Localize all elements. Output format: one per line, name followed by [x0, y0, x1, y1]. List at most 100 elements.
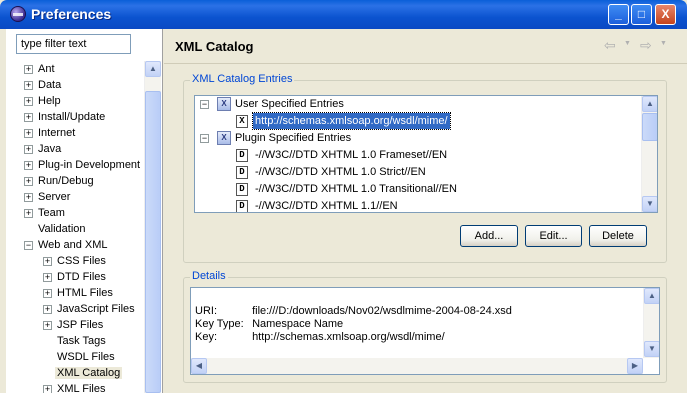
tree-node-label: http://schemas.xmlsoap.org/wsdl/mime/ — [252, 112, 451, 130]
tree-scrollbar[interactable]: ▲ — [144, 61, 161, 393]
expand-icon[interactable]: + — [43, 321, 52, 330]
scroll-right-icon[interactable]: ▶ — [627, 358, 643, 374]
details-key-row: Key: http://schemas.xmlsoap.org/wsdl/mim… — [195, 331, 445, 344]
scroll-thumb[interactable] — [145, 91, 161, 393]
tree-item-label: DTD Files — [57, 271, 106, 283]
tree-item-label: Plug-in Development — [38, 159, 141, 171]
tree-item-label: WSDL Files — [57, 351, 115, 363]
back-dropdown-icon[interactable]: ▼ — [624, 40, 631, 47]
details-text-area[interactable]: URI: file:///D:/downloads/Nov02/wsdlmime… — [190, 287, 660, 375]
collapse-icon[interactable]: − — [200, 100, 209, 109]
tree-item-label: XML Catalog — [55, 367, 123, 379]
tree-node-label: -//W3C//DTD XHTML 1.0 Transitional//EN — [255, 183, 457, 195]
group-label: XML Catalog Entries — [190, 73, 295, 85]
tree-item-label: XML Files — [57, 383, 106, 393]
collapse-icon[interactable]: − — [200, 134, 209, 143]
scroll-down-icon[interactable]: ▼ — [642, 196, 657, 212]
dtd-file-icon: D — [236, 200, 248, 212]
collapse-icon[interactable]: − — [24, 241, 33, 250]
expand-icon[interactable]: + — [43, 385, 52, 393]
forward-dropdown-icon[interactable]: ▼ — [660, 40, 667, 47]
tree-item-validation[interactable]: Validation — [38, 221, 86, 237]
title-separator — [164, 63, 687, 64]
expand-icon[interactable]: + — [24, 177, 33, 186]
expand-icon[interactable]: + — [43, 273, 52, 282]
tree-item-xml-catalog[interactable]: XML Catalog — [55, 365, 123, 381]
details-value: http://schemas.xmlsoap.org/wsdl/mime/ — [252, 331, 445, 343]
window-title-bar[interactable]: Preferences _ □ X — [0, 0, 687, 29]
scroll-up-icon[interactable]: ▲ — [145, 61, 161, 77]
details-keytype-row: Key Type: Namespace Name — [195, 318, 343, 331]
tree-node-label: Plugin Specified Entries — [235, 132, 352, 144]
scroll-left-icon[interactable]: ◀ — [191, 358, 207, 374]
details-vertical-scrollbar[interactable]: ▲ ▼ — [643, 288, 659, 358]
scroll-up-icon[interactable]: ▲ — [644, 288, 659, 304]
expand-icon[interactable]: + — [43, 257, 52, 266]
edit-button[interactable]: Edit... — [525, 225, 582, 247]
tree-item-label: HTML Files — [57, 287, 113, 299]
eclipse-icon — [10, 6, 26, 22]
tree-item-wsdl-files[interactable]: WSDL Files — [57, 349, 115, 365]
forward-arrow-icon[interactable]: ⇨ — [640, 37, 652, 54]
dtd-file-icon: D — [236, 166, 248, 179]
expand-icon[interactable]: + — [24, 113, 33, 122]
add-button[interactable]: Add... — [460, 225, 518, 247]
catalog-entries-tree[interactable]: − X User Specified Entries X http://sche… — [194, 95, 658, 213]
tree-item-label: Help — [38, 95, 61, 107]
scroll-up-icon[interactable]: ▲ — [642, 96, 657, 112]
tree-item-label: Team — [38, 207, 65, 219]
tree-node-label: -//W3C//DTD XHTML 1.1//EN — [255, 200, 398, 212]
maximize-button[interactable]: □ — [631, 4, 652, 25]
delete-button[interactable]: Delete — [589, 225, 647, 247]
details-key-label: Key Type: — [195, 318, 244, 330]
expand-icon[interactable]: + — [24, 81, 33, 90]
expand-icon[interactable]: + — [24, 193, 33, 202]
tree-item-label: Ant — [38, 63, 55, 75]
expand-icon[interactable]: + — [43, 289, 52, 298]
back-arrow-icon[interactable]: ⇦ — [604, 37, 616, 54]
catalog-group-icon: X — [217, 97, 231, 111]
expand-icon[interactable]: + — [24, 209, 33, 218]
tree-item-label: Server — [38, 191, 71, 203]
details-key-label: Key: — [195, 331, 218, 343]
tree-node-label: -//W3C//DTD XHTML 1.0 Frameset//EN — [255, 149, 448, 161]
tree-node-label: -//W3C//DTD XHTML 1.0 Strict//EN — [255, 166, 426, 178]
expand-icon[interactable]: + — [43, 305, 52, 314]
expand-icon[interactable]: + — [24, 97, 33, 106]
tree-item-label: Task Tags — [57, 335, 106, 347]
tree-item-label: JSP Files — [57, 319, 104, 331]
details-value: Namespace Name — [252, 318, 344, 330]
catalog-group-icon: X — [217, 131, 231, 145]
expand-icon[interactable]: + — [24, 161, 33, 170]
tree-item-task-tags[interactable]: Task Tags — [57, 333, 106, 349]
expand-icon[interactable]: + — [24, 65, 33, 74]
filter-input[interactable] — [16, 34, 131, 54]
tree-item-label: Validation — [38, 223, 86, 235]
tree-item-label: Java — [38, 143, 62, 155]
preferences-tree: + Ant + Data + Help + Install/Update + I… — [12, 61, 144, 393]
details-value: file:///D:/downloads/Nov02/wsdlmime-2004… — [252, 305, 512, 317]
dtd-file-icon: D — [236, 149, 248, 162]
tree-item-label: CSS Files — [57, 255, 106, 267]
tree-item-label: Install/Update — [38, 111, 106, 123]
scroll-thumb[interactable] — [642, 113, 657, 141]
entries-scrollbar[interactable]: ▲ ▼ — [641, 96, 657, 212]
tree-node-label: User Specified Entries — [235, 98, 344, 110]
expand-icon[interactable]: + — [24, 129, 33, 138]
expand-icon[interactable]: + — [24, 145, 33, 154]
details-uri-row: URI: file:///D:/downloads/Nov02/wsdlmime… — [195, 305, 512, 318]
tree-item-label: Web and XML — [38, 239, 108, 251]
dtd-file-icon: D — [236, 183, 248, 196]
preferences-nav-pane: + Ant + Data + Help + Install/Update + I… — [6, 29, 163, 393]
page-title: XML Catalog — [175, 39, 254, 54]
group-label: Details — [190, 270, 228, 282]
details-horizontal-scrollbar[interactable]: ◀ ▶ — [191, 358, 643, 374]
details-key-label: URI: — [195, 305, 217, 317]
tree-item-label: Run/Debug — [38, 175, 94, 187]
minimize-button[interactable]: _ — [608, 4, 629, 25]
window-title: Preferences — [31, 6, 112, 22]
scroll-down-icon[interactable]: ▼ — [644, 341, 659, 357]
tree-item-label: Data — [38, 79, 62, 91]
close-button[interactable]: X — [655, 4, 676, 25]
xml-file-icon: X — [236, 115, 248, 128]
